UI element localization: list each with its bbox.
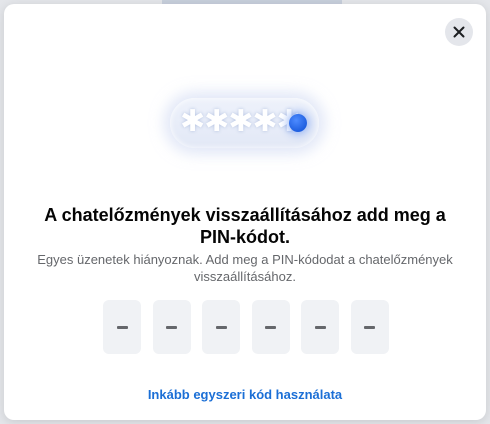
masked-pin-digits: ✱✱✱✱✱ [180,104,302,139]
close-icon [453,26,465,38]
pin-placeholder-dash [116,325,128,329]
pin-digit-6[interactable] [350,300,389,354]
pin-input-group [103,300,389,354]
pin-digit-3[interactable] [202,300,241,354]
pin-digit-2[interactable] [152,300,191,354]
restore-chat-history-dialog: ✱✱✱✱✱ A chatelőzmények visszaállításához… [4,4,486,420]
pin-placeholder-dash [215,325,227,329]
pin-cursor-dot [289,114,307,132]
pin-placeholder-dash [166,325,178,329]
pin-digit-4[interactable] [251,300,290,354]
pin-digit-1[interactable] [103,300,141,354]
dialog-title: A chatelőzmények visszaállításához add m… [44,205,446,247]
use-one-time-code-link[interactable]: Inkább egyszeri kód használata [24,387,466,402]
pin-placeholder-dash [314,325,326,329]
pin-digit-5[interactable] [301,300,340,354]
pin-placeholder-dash [265,325,277,329]
close-button[interactable] [445,18,473,46]
pin-placeholder-dash [364,325,376,329]
pin-illustration: ✱✱✱✱✱ [170,98,319,148]
dialog-subtitle: Egyes üzenetek hiányoznak. Add meg a PIN… [37,252,453,284]
